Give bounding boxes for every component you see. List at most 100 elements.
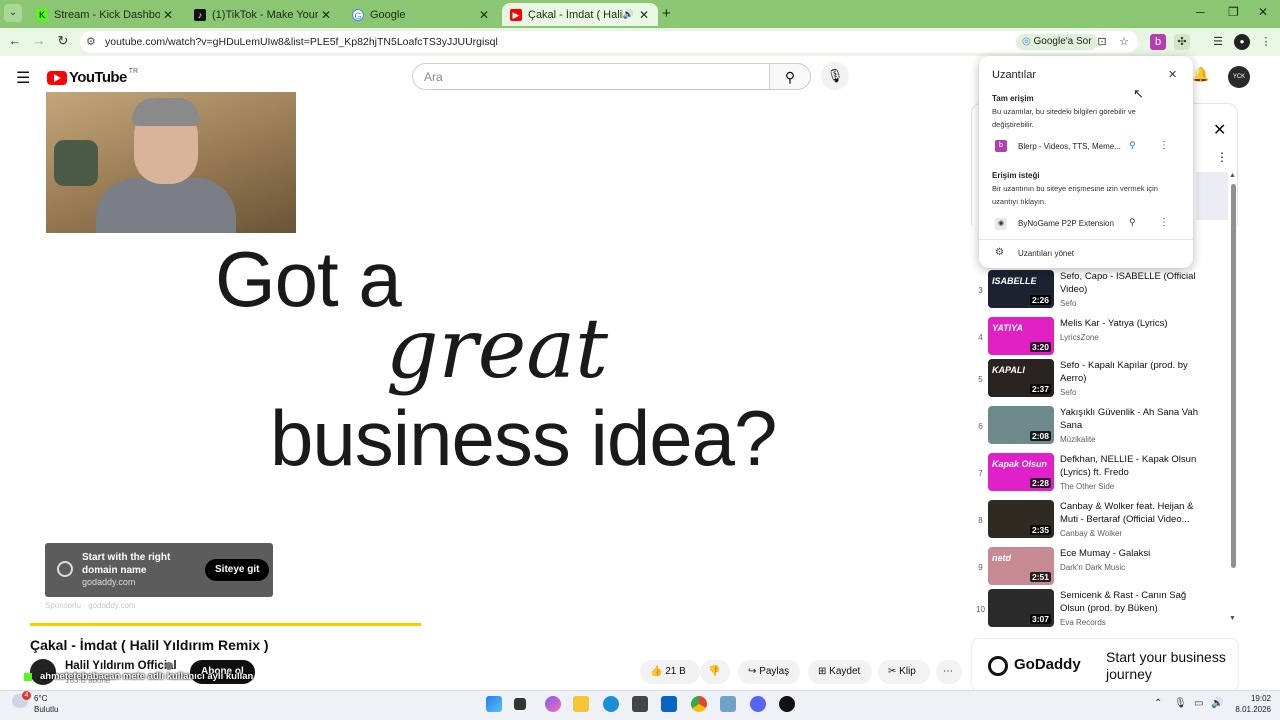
search-button[interactable]: ⚲ xyxy=(769,63,811,90)
playlist-item-thumbnail[interactable]: netd 2:51 xyxy=(988,547,1054,585)
reload-icon[interactable]: ↻ xyxy=(54,33,72,49)
extension-more-icon[interactable]: ⋮ xyxy=(1159,217,1169,228)
edge-browser-icon[interactable] xyxy=(603,696,619,712)
scroll-up-icon[interactable]: ▲ xyxy=(1229,172,1236,179)
visit-site-button[interactable]: Siteye git xyxy=(205,559,270,581)
voice-search-button[interactable]: 🎙 xyxy=(821,62,849,90)
weather-temperature[interactable]: 6°C xyxy=(34,694,47,703)
playlist-item-title[interactable]: Ece Mumay - Galaksi xyxy=(1060,547,1198,560)
youtube-logo[interactable]: YouTube TR xyxy=(47,68,138,86)
notifications-bell-icon[interactable]: 🔔 xyxy=(1192,66,1209,83)
tab-search-button[interactable]: ⌄ xyxy=(4,4,22,22)
save-button[interactable]: ⊞ Kaydet xyxy=(808,660,872,684)
obs-icon[interactable] xyxy=(779,696,795,712)
weather-description[interactable]: Bulutlu xyxy=(34,705,58,714)
blerp-extension-icon[interactable]: b xyxy=(995,140,1007,152)
reading-list-icon[interactable]: ☰ xyxy=(1210,34,1226,50)
playlist-item-thumbnail[interactable]: YATIYA 3:20 xyxy=(988,317,1054,355)
browser-tab-youtube[interactable]: ▶ Çakal - İmdat ( Halil Yıldırım 🔊 ✕ xyxy=(502,3,658,26)
playlist-item-thumbnail[interactable]: 3:07 xyxy=(988,589,1054,627)
maximize-icon[interactable]: ❐ xyxy=(1228,5,1239,19)
store-icon[interactable] xyxy=(632,696,648,712)
manage-extensions-link[interactable]: Uzantıları yönet xyxy=(1018,249,1074,258)
close-tab-icon[interactable]: ✕ xyxy=(476,8,492,22)
pinned-icon[interactable]: ⚲ xyxy=(1129,140,1136,151)
close-tab-icon[interactable]: ✕ xyxy=(160,8,176,22)
task-view-icon[interactable] xyxy=(514,698,526,710)
playlist-item[interactable]: 8 2:35 Canbay & Wolker feat. Heijan & Muti… xyxy=(976,500,1226,544)
playlist-item[interactable]: 6 2:08 Yakışıklı Güvenlik - Ah Sana Vah Sa… xyxy=(976,406,1226,450)
ad-card[interactable]: Start with the right domain name godaddy… xyxy=(45,543,273,597)
audio-playing-icon[interactable]: 🔊 xyxy=(623,9,634,20)
address-bar[interactable]: ⚙ youtube.com/watch?v=gHDuLemUIw8&list=P… xyxy=(80,31,1138,53)
tray-overflow-icon[interactable]: ⌃ xyxy=(1154,698,1162,709)
back-icon[interactable]: ← xyxy=(6,33,24,48)
playlist-more-icon[interactable]: ⋮ xyxy=(1216,150,1228,164)
playlist-item-title[interactable]: Sefo - Kapalı Kapılar (prod. by Aerro) xyxy=(1060,359,1198,385)
new-tab-button[interactable]: + xyxy=(662,5,671,22)
file-explorer-icon[interactable] xyxy=(573,696,589,712)
more-actions-button[interactable]: ⋯ xyxy=(936,660,962,684)
hamburger-menu-icon[interactable]: ☰ xyxy=(16,68,30,88)
playlist-item-thumbnail[interactable]: KAPALI 2:37 xyxy=(988,359,1054,397)
app-icon[interactable] xyxy=(720,696,736,712)
playlist-item-title[interactable]: Sefo, Capo - ISABELLE (Official Video) xyxy=(1060,270,1198,296)
outlook-icon[interactable] xyxy=(661,696,677,712)
playlist-item-title[interactable]: Defkhan, NELLIE - Kapak Olsun (Lyrics) f… xyxy=(1060,453,1198,479)
close-popup-icon[interactable]: ✕ xyxy=(1168,68,1177,81)
playlist-item[interactable]: 3 ISABELLE 2:26 Sefo, Capo - ISABELLE (Offi… xyxy=(976,270,1226,314)
bynogame-extension-icon[interactable]: ◉ xyxy=(995,218,1007,230)
clock-time[interactable]: 19:02 xyxy=(1233,694,1271,703)
dislike-button[interactable]: 👎 xyxy=(700,660,730,684)
browser-menu-icon[interactable]: ⋮ xyxy=(1258,34,1274,50)
playlist-item-thumbnail[interactable]: 2:08 xyxy=(988,406,1054,444)
browser-tab-google[interactable]: G Google ✕ xyxy=(344,3,498,26)
pin-icon[interactable]: ⚲ xyxy=(1129,217,1136,228)
windows-start-icon[interactable] xyxy=(486,696,502,712)
account-avatar[interactable]: YCK xyxy=(1228,66,1250,88)
site-info-icon[interactable]: ⚙ xyxy=(86,35,96,48)
ad-progress-bar[interactable] xyxy=(30,623,421,626)
share-button[interactable]: ↪ Paylaş xyxy=(738,660,800,684)
close-tab-icon[interactable]: ✕ xyxy=(636,8,652,22)
browser-tab-kick[interactable]: K Stream - Kick Dashboard ✕ xyxy=(28,3,182,26)
clip-button[interactable]: ✂ Klip xyxy=(878,660,930,684)
discord-icon[interactable] xyxy=(750,696,766,712)
playlist-item-thumbnail[interactable]: ISABELLE 2:26 xyxy=(988,270,1054,308)
ask-google-button[interactable]: ◎ Google'a Sor xyxy=(1016,34,1098,50)
blerp-extension-name[interactable]: Blerp - Videos, TTS, Meme... xyxy=(1018,142,1121,151)
playlist-scrollbar[interactable] xyxy=(1231,184,1236,568)
playlist-item-title[interactable]: Semicenk & Rast - Canın Sağ Olsun (prod.… xyxy=(1060,589,1198,615)
bookmark-star-icon[interactable]: ☆ xyxy=(1116,34,1132,50)
browser-tab-tiktok[interactable]: ♪ (1)TikTok - Make Your Day ✕ xyxy=(186,3,340,26)
minimize-icon[interactable]: ─ xyxy=(1196,5,1205,19)
forward-icon[interactable]: → xyxy=(30,33,48,48)
close-tab-icon[interactable]: ✕ xyxy=(318,8,334,22)
playlist-item[interactable]: 7 Kapak Olsun 2:28 Defkhan, NELLIE - Kapak … xyxy=(976,453,1226,497)
microphone-tray-icon[interactable]: 🎙 xyxy=(1174,698,1187,709)
close-playlist-icon[interactable]: ✕ xyxy=(1213,120,1226,140)
copilot-icon[interactable] xyxy=(545,696,561,712)
scroll-down-icon[interactable]: ▼ xyxy=(1229,615,1236,622)
extensions-puzzle-icon[interactable]: ✣ xyxy=(1174,34,1190,50)
playlist-item-thumbnail[interactable]: 2:35 xyxy=(988,500,1054,538)
playlist-item-title[interactable]: Canbay & Wolker feat. Heijan & Muti - Be… xyxy=(1060,500,1198,526)
godaddy-ad-banner[interactable]: GoDaddy Start your business journey xyxy=(971,638,1239,692)
extension-more-icon[interactable]: ⋮ xyxy=(1159,140,1169,151)
playlist-item-title[interactable]: Melis Kar - Yatıya (Lyrics) xyxy=(1060,317,1198,330)
install-app-icon[interactable]: ⊡ xyxy=(1094,34,1110,50)
like-button[interactable]: 👍 21 B xyxy=(640,660,700,684)
playlist-item[interactable]: 9 netd 2:51 Ece Mumay - Galaksi Dark'n Dark … xyxy=(976,547,1226,591)
profile-avatar[interactable]: ● xyxy=(1234,34,1250,50)
close-window-icon[interactable]: ✕ xyxy=(1258,5,1268,19)
bynogame-extension-name[interactable]: ByNoGame P2P Extension xyxy=(1018,219,1114,228)
playlist-item-title[interactable]: Yakışıklı Güvenlik - Ah Sana Vah Sana xyxy=(1060,406,1198,432)
search-input[interactable]: Ara xyxy=(412,63,770,90)
volume-icon[interactable]: 🔊 xyxy=(1211,698,1223,709)
playlist-item[interactable]: 4 YATIYA 3:20 Melis Kar - Yatıya (Lyrics) Ly… xyxy=(976,317,1226,361)
clock-date[interactable]: 8.01.2026 xyxy=(1226,705,1271,714)
chrome-icon[interactable] xyxy=(691,696,707,712)
blerp-extension-icon[interactable]: b xyxy=(1150,34,1166,50)
playlist-item[interactable]: 10 3:07 Semicenk & Rast - Canın Sağ Olsun … xyxy=(976,589,1226,633)
playlist-item[interactable]: 5 KAPALI 2:37 Sefo - Kapalı Kapılar (prod. … xyxy=(976,359,1226,403)
